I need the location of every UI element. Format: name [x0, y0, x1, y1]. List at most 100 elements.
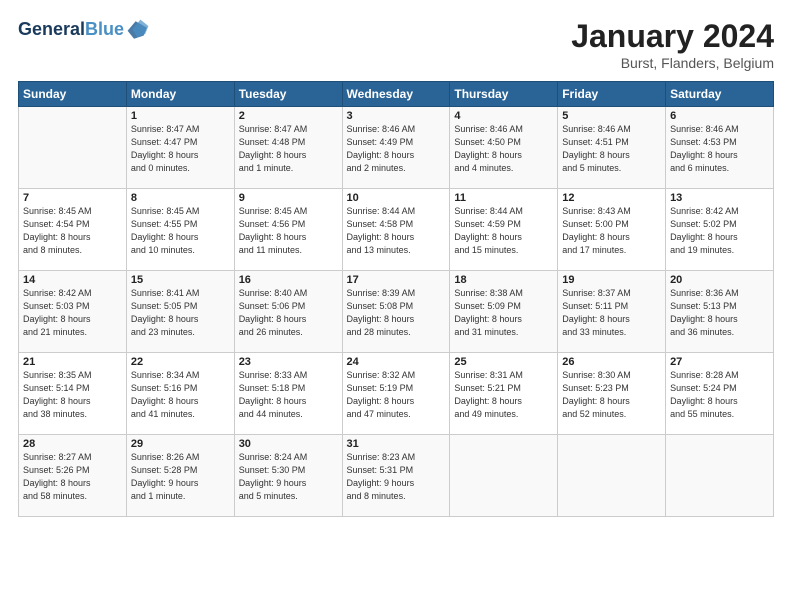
day-of-week-wednesday: Wednesday: [342, 82, 450, 107]
calendar-cell: 7Sunrise: 8:45 AM Sunset: 4:54 PM Daylig…: [19, 189, 127, 271]
calendar-title: January 2024: [571, 18, 774, 55]
day-info: Sunrise: 8:46 AM Sunset: 4:53 PM Dayligh…: [670, 123, 769, 175]
day-info: Sunrise: 8:37 AM Sunset: 5:11 PM Dayligh…: [562, 287, 661, 339]
day-info: Sunrise: 8:47 AM Sunset: 4:47 PM Dayligh…: [131, 123, 230, 175]
day-number: 24: [347, 356, 446, 368]
calendar-cell: 1Sunrise: 8:47 AM Sunset: 4:47 PM Daylig…: [126, 107, 234, 189]
day-number: 5: [562, 110, 661, 122]
calendar-cell: 21Sunrise: 8:35 AM Sunset: 5:14 PM Dayli…: [19, 353, 127, 435]
calendar-subtitle: Burst, Flanders, Belgium: [571, 55, 774, 71]
day-number: 9: [239, 192, 338, 204]
calendar-cell: 24Sunrise: 8:32 AM Sunset: 5:19 PM Dayli…: [342, 353, 450, 435]
calendar-table: SundayMondayTuesdayWednesdayThursdayFrid…: [18, 81, 774, 517]
day-info: Sunrise: 8:27 AM Sunset: 5:26 PM Dayligh…: [23, 451, 122, 503]
day-number: 20: [670, 274, 769, 286]
calendar-cell: 18Sunrise: 8:38 AM Sunset: 5:09 PM Dayli…: [450, 271, 558, 353]
day-info: Sunrise: 8:42 AM Sunset: 5:03 PM Dayligh…: [23, 287, 122, 339]
day-info: Sunrise: 8:43 AM Sunset: 5:00 PM Dayligh…: [562, 205, 661, 257]
calendar-cell: 27Sunrise: 8:28 AM Sunset: 5:24 PM Dayli…: [666, 353, 774, 435]
title-block: January 2024 Burst, Flanders, Belgium: [571, 18, 774, 71]
week-row-4: 21Sunrise: 8:35 AM Sunset: 5:14 PM Dayli…: [19, 353, 774, 435]
day-number: 15: [131, 274, 230, 286]
day-info: Sunrise: 8:26 AM Sunset: 5:28 PM Dayligh…: [131, 451, 230, 503]
day-number: 16: [239, 274, 338, 286]
calendar-cell: 15Sunrise: 8:41 AM Sunset: 5:05 PM Dayli…: [126, 271, 234, 353]
day-info: Sunrise: 8:34 AM Sunset: 5:16 PM Dayligh…: [131, 369, 230, 421]
day-info: Sunrise: 8:39 AM Sunset: 5:08 PM Dayligh…: [347, 287, 446, 339]
day-number: 18: [454, 274, 553, 286]
calendar-cell: 13Sunrise: 8:42 AM Sunset: 5:02 PM Dayli…: [666, 189, 774, 271]
day-number: 28: [23, 438, 122, 450]
day-of-week-monday: Monday: [126, 82, 234, 107]
calendar-cell: 4Sunrise: 8:46 AM Sunset: 4:50 PM Daylig…: [450, 107, 558, 189]
calendar-cell: 14Sunrise: 8:42 AM Sunset: 5:03 PM Dayli…: [19, 271, 127, 353]
day-number: 27: [670, 356, 769, 368]
day-info: Sunrise: 8:30 AM Sunset: 5:23 PM Dayligh…: [562, 369, 661, 421]
week-row-2: 7Sunrise: 8:45 AM Sunset: 4:54 PM Daylig…: [19, 189, 774, 271]
calendar-cell: 19Sunrise: 8:37 AM Sunset: 5:11 PM Dayli…: [558, 271, 666, 353]
logo: GeneralBlue: [18, 18, 150, 42]
day-info: Sunrise: 8:28 AM Sunset: 5:24 PM Dayligh…: [670, 369, 769, 421]
calendar-cell: 28Sunrise: 8:27 AM Sunset: 5:26 PM Dayli…: [19, 435, 127, 517]
calendar-cell: 6Sunrise: 8:46 AM Sunset: 4:53 PM Daylig…: [666, 107, 774, 189]
calendar-cell: [450, 435, 558, 517]
header: GeneralBlue January 2024 Burst, Flanders…: [18, 18, 774, 71]
week-row-3: 14Sunrise: 8:42 AM Sunset: 5:03 PM Dayli…: [19, 271, 774, 353]
calendar-cell: 30Sunrise: 8:24 AM Sunset: 5:30 PM Dayli…: [234, 435, 342, 517]
day-number: 31: [347, 438, 446, 450]
day-number: 4: [454, 110, 553, 122]
calendar-cell: [19, 107, 127, 189]
day-of-week-sunday: Sunday: [19, 82, 127, 107]
day-number: 8: [131, 192, 230, 204]
calendar-cell: 17Sunrise: 8:39 AM Sunset: 5:08 PM Dayli…: [342, 271, 450, 353]
day-number: 10: [347, 192, 446, 204]
day-info: Sunrise: 8:44 AM Sunset: 4:58 PM Dayligh…: [347, 205, 446, 257]
day-info: Sunrise: 8:44 AM Sunset: 4:59 PM Dayligh…: [454, 205, 553, 257]
logo-text: GeneralBlue: [18, 20, 124, 40]
calendar-cell: [666, 435, 774, 517]
day-number: 22: [131, 356, 230, 368]
calendar-cell: 29Sunrise: 8:26 AM Sunset: 5:28 PM Dayli…: [126, 435, 234, 517]
day-info: Sunrise: 8:46 AM Sunset: 4:49 PM Dayligh…: [347, 123, 446, 175]
day-number: 13: [670, 192, 769, 204]
day-number: 6: [670, 110, 769, 122]
calendar-cell: 25Sunrise: 8:31 AM Sunset: 5:21 PM Dayli…: [450, 353, 558, 435]
calendar-cell: 31Sunrise: 8:23 AM Sunset: 5:31 PM Dayli…: [342, 435, 450, 517]
calendar-cell: 22Sunrise: 8:34 AM Sunset: 5:16 PM Dayli…: [126, 353, 234, 435]
calendar-cell: 12Sunrise: 8:43 AM Sunset: 5:00 PM Dayli…: [558, 189, 666, 271]
day-info: Sunrise: 8:45 AM Sunset: 4:54 PM Dayligh…: [23, 205, 122, 257]
day-info: Sunrise: 8:45 AM Sunset: 4:55 PM Dayligh…: [131, 205, 230, 257]
day-number: 30: [239, 438, 338, 450]
calendar-cell: [558, 435, 666, 517]
day-info: Sunrise: 8:33 AM Sunset: 5:18 PM Dayligh…: [239, 369, 338, 421]
day-number: 25: [454, 356, 553, 368]
calendar-cell: 16Sunrise: 8:40 AM Sunset: 5:06 PM Dayli…: [234, 271, 342, 353]
day-number: 11: [454, 192, 553, 204]
day-number: 17: [347, 274, 446, 286]
calendar-cell: 2Sunrise: 8:47 AM Sunset: 4:48 PM Daylig…: [234, 107, 342, 189]
day-number: 23: [239, 356, 338, 368]
calendar-cell: 11Sunrise: 8:44 AM Sunset: 4:59 PM Dayli…: [450, 189, 558, 271]
day-info: Sunrise: 8:36 AM Sunset: 5:13 PM Dayligh…: [670, 287, 769, 339]
day-info: Sunrise: 8:47 AM Sunset: 4:48 PM Dayligh…: [239, 123, 338, 175]
day-number: 26: [562, 356, 661, 368]
day-info: Sunrise: 8:45 AM Sunset: 4:56 PM Dayligh…: [239, 205, 338, 257]
day-of-week-thursday: Thursday: [450, 82, 558, 107]
day-number: 3: [347, 110, 446, 122]
day-info: Sunrise: 8:46 AM Sunset: 4:51 PM Dayligh…: [562, 123, 661, 175]
calendar-cell: 10Sunrise: 8:44 AM Sunset: 4:58 PM Dayli…: [342, 189, 450, 271]
logo-icon: [126, 18, 150, 42]
day-number: 12: [562, 192, 661, 204]
calendar-cell: 5Sunrise: 8:46 AM Sunset: 4:51 PM Daylig…: [558, 107, 666, 189]
calendar-cell: 20Sunrise: 8:36 AM Sunset: 5:13 PM Dayli…: [666, 271, 774, 353]
day-number: 21: [23, 356, 122, 368]
calendar-cell: 3Sunrise: 8:46 AM Sunset: 4:49 PM Daylig…: [342, 107, 450, 189]
day-of-week-saturday: Saturday: [666, 82, 774, 107]
day-info: Sunrise: 8:24 AM Sunset: 5:30 PM Dayligh…: [239, 451, 338, 503]
day-number: 1: [131, 110, 230, 122]
week-row-1: 1Sunrise: 8:47 AM Sunset: 4:47 PM Daylig…: [19, 107, 774, 189]
calendar-cell: 23Sunrise: 8:33 AM Sunset: 5:18 PM Dayli…: [234, 353, 342, 435]
calendar-cell: 8Sunrise: 8:45 AM Sunset: 4:55 PM Daylig…: [126, 189, 234, 271]
day-number: 19: [562, 274, 661, 286]
day-info: Sunrise: 8:38 AM Sunset: 5:09 PM Dayligh…: [454, 287, 553, 339]
